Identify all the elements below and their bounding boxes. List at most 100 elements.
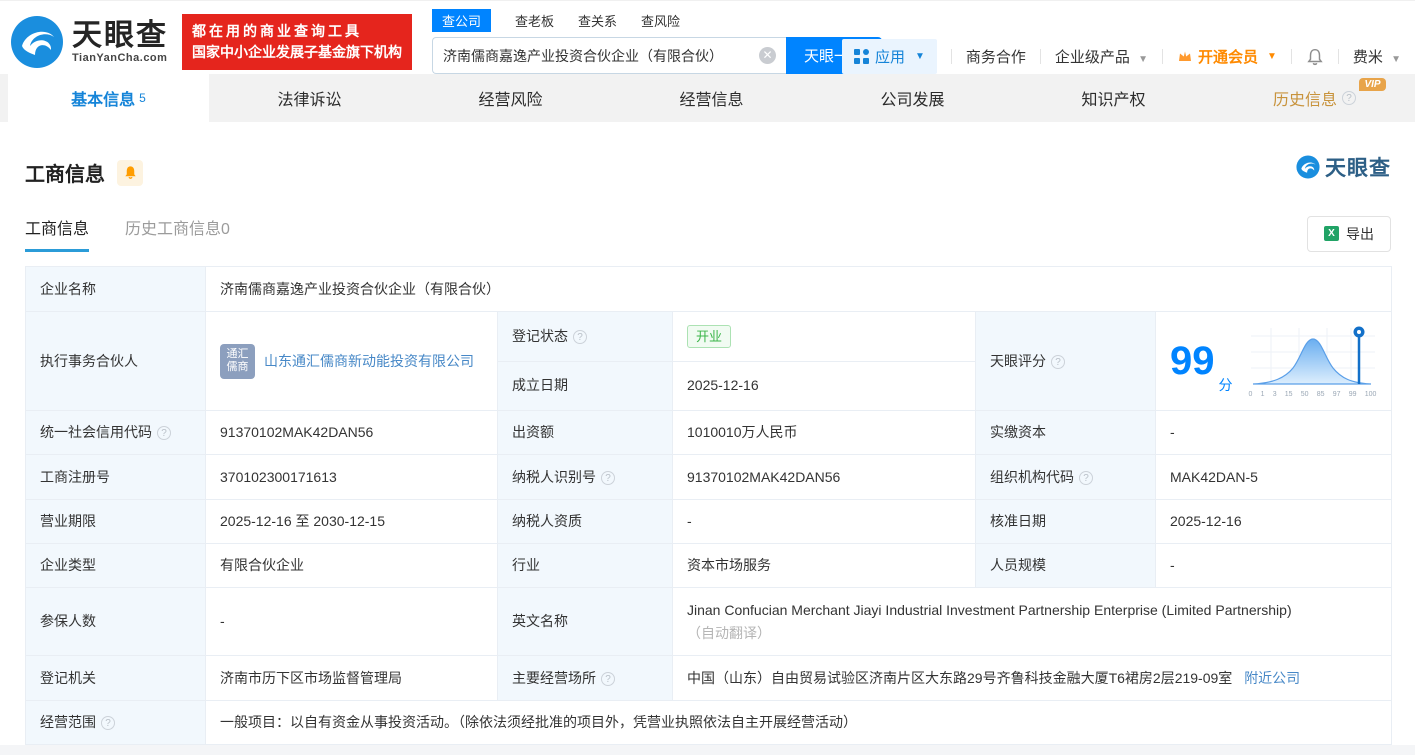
score-axis-labels: 01 3 15 50 85 97 99 100 <box>1248 390 1377 398</box>
tab-operation-info[interactable]: 经营信息 <box>611 74 812 122</box>
tianyan-score[interactable]: 99 分 0 1 3 15 50 85 97 99 100 <box>1170 322 1377 400</box>
search-tab-boss[interactable]: 查老板 <box>515 9 554 32</box>
page: 天眼查 TianYanCha.com 都在用的商业查询工具 国家中小企业发展子基… <box>0 0 1415 755</box>
nav-open-membership[interactable]: 开通会员 ▼ <box>1177 46 1277 67</box>
page-tabs: 基本信息 5 法律诉讼 经营风险 经营信息 公司发展 知识产权 VIP 历史信息… <box>0 74 1415 122</box>
notification-bell-icon[interactable] <box>1306 48 1324 66</box>
table-row: 企业类型 有限合伙企业 行业 资本市场服务 人员规模 - <box>25 543 1393 588</box>
chevron-down-icon: ▼ <box>1391 54 1401 65</box>
help-icon[interactable]: ? <box>573 329 587 344</box>
table-row: 登记机关 济南市历下区市场监督管理局 主要经营场所? 中国（山东）自由贸易试验区… <box>25 655 1393 701</box>
field-label: 纳税人资质 <box>497 499 673 544</box>
org-code-value: MAK42DAN-5 <box>1154 454 1393 500</box>
help-icon[interactable]: ? <box>1342 91 1356 105</box>
approval-date-value: 2025-12-16 <box>1154 499 1393 544</box>
nearby-companies-link[interactable]: 附近公司 <box>1244 670 1300 686</box>
logo-title: 天眼查 <box>72 18 168 52</box>
user-menu[interactable]: 费米 ▼ <box>1353 46 1401 67</box>
field-label: 主要经营场所? <box>497 655 673 701</box>
field-label: 人员规模 <box>975 543 1156 588</box>
tab-company-development[interactable]: 公司发展 <box>812 74 1013 122</box>
company-name-value: 济南儒商嘉逸产业投资合伙企业（有限合伙） <box>204 266 1393 312</box>
industry-value: 资本市场服务 <box>672 543 976 588</box>
search-tab-relation[interactable]: 查关系 <box>578 9 617 32</box>
watermark-logo: 天眼查 <box>1296 152 1391 182</box>
apps-menu[interactable]: 应用 ▼ <box>841 39 937 74</box>
paid-in-value: - <box>1154 410 1393 455</box>
score-distribution-chart: 01 3 15 50 85 97 99 100 <box>1247 322 1379 400</box>
field-label: 组织机构代码? <box>975 454 1156 500</box>
tab-legal-litigation[interactable]: 法律诉讼 <box>209 74 410 122</box>
field-label: 天眼评分? <box>975 311 1156 411</box>
watermark-text: 天眼查 <box>1325 157 1391 180</box>
help-icon[interactable]: ? <box>157 426 171 440</box>
tianyancha-logo[interactable]: 天眼查 TianYanCha.com <box>10 15 168 69</box>
help-icon[interactable]: ? <box>601 470 615 485</box>
clear-search-icon[interactable]: ✕ <box>759 47 776 64</box>
field-label: 纳税人识别号? <box>497 454 673 500</box>
subtab-business-info[interactable]: 工商信息 <box>25 215 90 252</box>
logo-domain: TianYanCha.com <box>72 51 168 64</box>
slogan-line2: 国家中小企业发展子基金旗下机构 <box>192 43 402 60</box>
search-input[interactable] <box>432 37 786 74</box>
field-label: 登记机关 <box>25 655 206 701</box>
chevron-down-icon: ▼ <box>914 51 925 62</box>
table-row: 企业名称 济南儒商嘉逸产业投资合伙企业（有限合伙） <box>25 266 1393 312</box>
tab-intellectual-property[interactable]: 知识产权 <box>1013 74 1214 122</box>
chevron-down-icon: ▼ <box>1138 54 1148 65</box>
field-label: 工商注册号 <box>25 454 206 500</box>
status-badge: 开业 <box>687 324 732 349</box>
business-info-table: 企业名称 济南儒商嘉逸产业投资合伙企业（有限合伙） 执行事务合伙人 通汇 儒商 … <box>25 266 1393 745</box>
search-area: 查公司 查老板 查关系 查风险 ✕ 天眼一下 <box>432 9 884 74</box>
tab-operation-risk[interactable]: 经营风险 <box>410 74 611 122</box>
partner-company-link[interactable]: 山东通汇儒商新动能投资有限公司 <box>264 351 474 372</box>
nav-enterprise-products[interactable]: 企业级产品 ▼ <box>1055 46 1148 67</box>
help-icon[interactable]: ? <box>1079 470 1093 485</box>
table-row: 执行事务合伙人 通汇 儒商 山东通汇儒商新动能投资有限公司 登记状态? 开业 天… <box>25 311 1393 411</box>
table-row: 统一社会信用代码? 91370102MAK42DAN56 出资额 1010010… <box>25 410 1393 455</box>
help-icon[interactable]: ? <box>601 671 615 686</box>
excel-icon: X <box>1324 226 1339 241</box>
top-nav: 应用 ▼ 商务合作 企业级产品 ▼ 开通会员 ▼ 费米 ▼ <box>841 39 1401 74</box>
chevron-down-icon: ▼ <box>1267 51 1277 62</box>
field-label: 英文名称 <box>497 587 673 656</box>
help-icon[interactable]: ? <box>101 716 115 730</box>
uscc-value: 91370102MAK42DAN56 <box>205 410 498 455</box>
subtab-history-business-info[interactable]: 历史工商信息0 <box>125 215 230 252</box>
field-label: 成立日期 <box>497 360 673 412</box>
score-value: 99 <box>1170 339 1215 383</box>
field-label: 参保人数 <box>25 587 206 656</box>
auto-translate-note: （自动翻译） <box>687 624 771 641</box>
nav-business-cooperation[interactable]: 商务合作 <box>966 46 1026 67</box>
vip-badge: VIP <box>1359 78 1386 91</box>
taxpayer-quality-value: - <box>672 499 976 544</box>
tab-basic-info[interactable]: 基本信息 5 <box>8 74 209 122</box>
monitor-bell-icon[interactable] <box>117 159 143 186</box>
field-label: 实缴资本 <box>975 410 1156 455</box>
search-tab-company[interactable]: 查公司 <box>432 9 492 32</box>
slogan-banner: 都在用的商业查询工具 国家中小企业发展子基金旗下机构 <box>182 13 412 70</box>
table-row: 工商注册号 370102300171613 纳税人识别号? 91370102MA… <box>25 454 1393 500</box>
tab-history-info[interactable]: VIP 历史信息 ? <box>1214 74 1415 122</box>
insured-value: - <box>205 587 498 656</box>
field-label: 企业类型 <box>25 543 206 588</box>
field-label: 执行事务合伙人 <box>25 311 206 411</box>
business-scope-value: 一般项目：以自有资金从事投资活动。（除依法须经批准的项目外，凭营业执照依法自主开… <box>204 700 1393 745</box>
reg-no-value: 370102300171613 <box>205 454 498 500</box>
field-label: 核准日期 <box>975 499 1156 544</box>
company-type-value: 有限合伙企业 <box>205 543 498 588</box>
field-label: 企业名称 <box>25 266 206 312</box>
search-tab-risk[interactable]: 查风险 <box>641 9 680 32</box>
info-subtabs: 工商信息 历史工商信息0 <box>25 215 230 252</box>
username: 费米 <box>1352 49 1383 66</box>
page-footer-strip <box>0 745 1415 755</box>
english-name-value: Jinan Confucian Merchant Jiayi Industria… <box>687 601 1292 618</box>
capital-value: 1010010万人民币 <box>672 410 976 455</box>
staff-size-value: - <box>1154 543 1393 588</box>
business-site-value: 中国（山东）自由贸易试验区济南片区大东路29号齐鲁科技金融大厦T6裙房2层219… <box>687 669 1233 686</box>
established-date-value: 2025-12-16 <box>672 360 976 412</box>
tab-count: 5 <box>139 91 146 105</box>
field-label: 统一社会信用代码? <box>25 410 206 455</box>
export-button[interactable]: X 导出 <box>1307 215 1391 252</box>
help-icon[interactable]: ? <box>1051 354 1065 369</box>
